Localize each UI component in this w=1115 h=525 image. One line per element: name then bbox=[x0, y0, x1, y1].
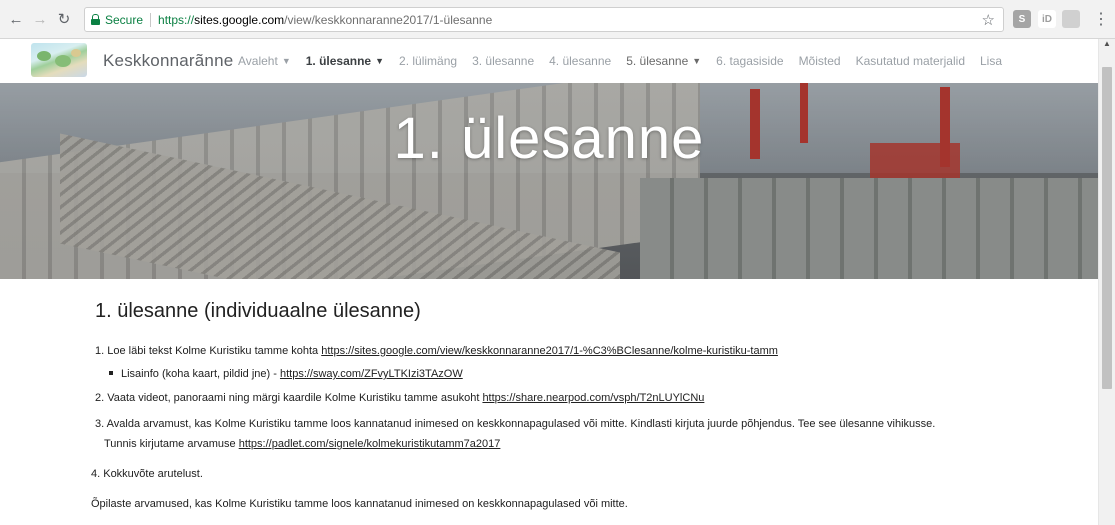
list-item-text: 4. Kokkuvõte arutelust. bbox=[91, 468, 203, 480]
nav-item-kasutatud-materjalid[interactable]: Kasutatud materjalid bbox=[856, 54, 965, 68]
nav-item-4-ulesanne[interactable]: 4. ülesanne bbox=[549, 54, 611, 68]
nav-item-6-tagasiside[interactable]: 6. tagasiside bbox=[716, 54, 783, 68]
site-title[interactable]: Keskkonnarãnne bbox=[103, 51, 233, 71]
list-item-text: 3. Avalda arvamust, kas Kolme Kuristiku … bbox=[95, 418, 936, 430]
browser-menu-icon[interactable]: ⋮ bbox=[1093, 9, 1109, 29]
address-bar[interactable]: Secure https://sites.google.com/view/kes… bbox=[84, 7, 1004, 32]
bookmark-star-icon[interactable]: ☆ bbox=[982, 11, 995, 29]
forward-arrow-icon[interactable]: → bbox=[30, 9, 50, 29]
lock-icon bbox=[91, 14, 100, 25]
list-item: Lisainfo (koha kaart, pildid jne) - http… bbox=[109, 366, 463, 382]
link-kolme-kuristiku-tamm[interactable]: https://sites.google.com/view/keskkonnar… bbox=[321, 345, 778, 357]
nav-item-moisted[interactable]: Mõisted bbox=[799, 54, 841, 68]
list-item: 1. Loe läbi tekst Kolme Kuristiku tamme … bbox=[95, 343, 778, 359]
list-item: 4. Kokkuvõte arutelust. bbox=[91, 466, 203, 482]
paragraph: Õpilaste arvamused, kas Kolme Kuristiku … bbox=[91, 496, 628, 512]
link-nearpod[interactable]: https://share.nearpod.com/vsph/T2nLUYlCN… bbox=[482, 392, 704, 404]
chevron-down-icon: ▼ bbox=[375, 56, 385, 66]
banner-title: 1. ülesanne bbox=[393, 106, 705, 171]
section-heading: 1. ülesanne (individuaalne ülesanne) bbox=[95, 300, 421, 322]
reload-icon[interactable]: ↻ bbox=[54, 9, 74, 29]
extension-icon[interactable] bbox=[1062, 10, 1080, 28]
nav-item-lisa[interactable]: Lisa bbox=[980, 54, 1002, 68]
list-item: 2. Vaata videot, panoraami ning märgi ka… bbox=[95, 390, 704, 406]
link-sway[interactable]: https://sway.com/ZFvyLTKIzi3TAzOW bbox=[280, 368, 463, 380]
nav-item-3-ulesanne[interactable]: 3. ülesanne bbox=[472, 54, 534, 68]
list-item-text: 1. Loe läbi tekst Kolme Kuristiku tamme … bbox=[95, 345, 322, 357]
url-path: /view/keskkonnaranne2017/1-ülesanne bbox=[284, 12, 493, 27]
scroll-up-arrow-icon[interactable]: ▲ bbox=[1103, 39, 1111, 48]
site-logo[interactable] bbox=[31, 43, 87, 77]
chevron-down-icon: ▼ bbox=[692, 56, 702, 66]
url-scheme: https:// bbox=[158, 12, 195, 27]
site-navigation: Avaleht ▼ 1. ülesanne ▼ 2. lülimäng 3. üle… bbox=[238, 54, 1017, 68]
list-item-text: 2. Vaata videot, panoraami ning märgi ka… bbox=[95, 392, 483, 404]
scroll-thumb[interactable] bbox=[1102, 67, 1112, 389]
paragraph-text: Õpilaste arvamused, kas Kolme Kuristiku … bbox=[91, 498, 628, 510]
page-scrollbar[interactable]: ▲ bbox=[1098, 39, 1115, 525]
list-item: 3. Avalda arvamust, kas Kolme Kuristiku … bbox=[95, 416, 935, 432]
chevron-down-icon: ▼ bbox=[281, 56, 291, 66]
extension-s-icon[interactable]: S bbox=[1013, 10, 1031, 28]
page-banner: 1. ülesanne bbox=[0, 83, 1098, 279]
address-separator bbox=[150, 12, 152, 27]
secure-indicator[interactable]: Secure bbox=[85, 13, 143, 27]
list-item-text: Lisainfo (koha kaart, pildid jne) - bbox=[121, 368, 280, 380]
secure-label: Secure bbox=[105, 12, 144, 27]
browser-toolbar: ← → ↻ Secure https://sites.google.com/vi… bbox=[0, 0, 1115, 39]
site-header: Keskkonnarãnne Avaleht ▼ 1. ülesanne ▼ 2. … bbox=[0, 39, 1098, 83]
bullet-icon bbox=[109, 371, 113, 376]
nav-item-1-ulesanne[interactable]: 1. ülesanne ▼ bbox=[306, 54, 384, 68]
link-padlet[interactable]: https://padlet.com/signele/kolmekuristik… bbox=[239, 438, 501, 450]
url-host: sites.google.com bbox=[194, 12, 285, 27]
list-item: Tunnis kirjutame arvamuse https://padlet… bbox=[104, 436, 500, 452]
main-content: 1. ülesanne (individuaalne ülesanne) 1. … bbox=[91, 300, 1085, 510]
list-item-text: Tunnis kirjutame arvamuse bbox=[104, 438, 239, 450]
back-arrow-icon[interactable]: ← bbox=[6, 9, 26, 29]
extension-id-icon[interactable]: iD bbox=[1038, 10, 1056, 28]
nav-item-2-lulimang[interactable]: 2. lülimäng bbox=[399, 54, 457, 68]
nav-item-avaleht[interactable]: Avaleht ▼ bbox=[238, 54, 291, 68]
nav-item-5-ulesanne[interactable]: 5. ülesanne ▼ bbox=[626, 54, 701, 68]
